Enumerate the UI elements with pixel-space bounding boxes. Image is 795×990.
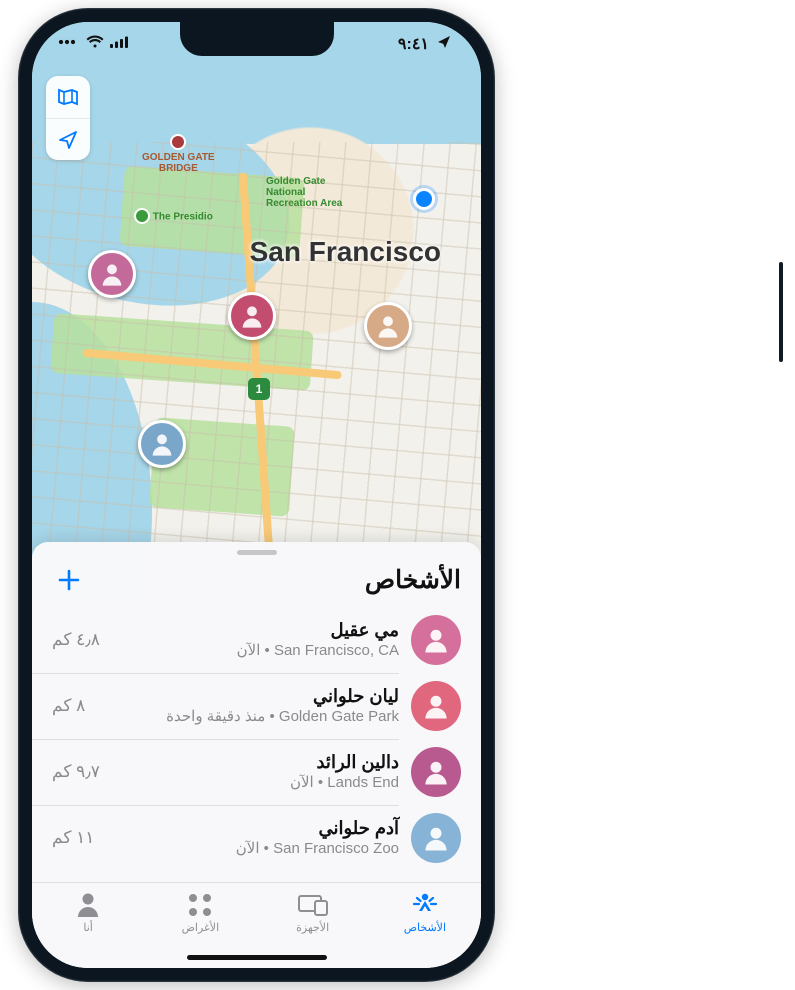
- person-name: دالين الرائد: [112, 751, 399, 774]
- person-location: San Francisco Zoo • الآن: [106, 840, 399, 859]
- tab-label: أنا: [83, 921, 92, 934]
- tab-people[interactable]: الأشخاص: [369, 891, 481, 934]
- person-location: Lands End • الآن: [112, 774, 399, 793]
- screen: ٩:٤١ 1 San Francisco GOLDEN GATE BRIDGE: [32, 22, 481, 968]
- me-icon: [76, 891, 100, 919]
- dots-icon: [58, 35, 80, 53]
- map-city-label: San Francisco: [250, 236, 441, 268]
- person-name: مي عقيل: [112, 619, 399, 642]
- person-name: آدم حلواني: [106, 817, 399, 840]
- route-shield-icon: 1: [248, 378, 270, 400]
- poi-presidio[interactable]: The Presidio: [134, 208, 213, 226]
- poi-golden-gate-bridge[interactable]: GOLDEN GATE BRIDGE: [142, 134, 215, 174]
- people-icon: [410, 891, 440, 919]
- tab-label: الأجهزة: [296, 921, 329, 934]
- avatar: [411, 813, 461, 863]
- tab-label: الأغراض: [182, 921, 220, 934]
- iphone-frame: ٩:٤١ 1 San Francisco GOLDEN GATE BRIDGE: [18, 8, 495, 982]
- people-list[interactable]: مي عقيلSan Francisco, CA • الآن ٤٫٨ كم ليا…: [32, 607, 481, 882]
- status-time: ٩:٤١: [398, 34, 429, 54]
- map-person-pin[interactable]: [138, 420, 186, 468]
- avatar: [411, 615, 461, 665]
- notch: [180, 22, 334, 56]
- tab-me[interactable]: أنا: [32, 891, 144, 934]
- sheet-title: الأشخاص: [365, 565, 461, 595]
- map-person-pin[interactable]: [88, 250, 136, 298]
- people-sheet[interactable]: الأشخاص مي عقيلSan Francisco, CA • الآن ٤…: [32, 542, 481, 968]
- poi-ggnra[interactable]: Golden Gate National Recreation Area: [266, 176, 342, 209]
- avatar: [411, 681, 461, 731]
- items-icon: [187, 891, 213, 919]
- tab-label: الأشخاص: [404, 921, 446, 934]
- avatar: [411, 747, 461, 797]
- signal-icon: [110, 35, 130, 53]
- tab-items[interactable]: الأغراض: [144, 891, 256, 934]
- person-location: San Francisco, CA • الآن: [112, 642, 399, 661]
- map-view[interactable]: 1 San Francisco GOLDEN GATE BRIDGE Golde…: [32, 22, 481, 602]
- person-row[interactable]: آدم حلوانيSan Francisco Zoo • الآن ١١ كم: [32, 805, 481, 871]
- person-distance: ١١ كم: [52, 828, 94, 848]
- devices-icon: [297, 891, 329, 919]
- person-distance: ٩٫٧ كم: [52, 762, 100, 782]
- person-name: ليان حلواني: [97, 685, 399, 708]
- map-controls: [46, 76, 90, 160]
- location-arrow-icon: [433, 35, 451, 54]
- user-location-dot[interactable]: [413, 188, 435, 210]
- person-row[interactable]: دالين الرائدLands End • الآن ٩٫٧ كم: [32, 739, 481, 805]
- map-person-pin[interactable]: [228, 292, 276, 340]
- map-person-pin[interactable]: [364, 302, 412, 350]
- person-location: Golden Gate Park • منذ دقيقة واحدة: [97, 708, 399, 727]
- person-row[interactable]: ليان حلوانيGolden Gate Park • منذ دقيقة …: [32, 673, 481, 739]
- share-location-add-button[interactable]: [52, 563, 86, 597]
- person-distance: ٤٫٨ كم: [52, 630, 100, 650]
- home-indicator[interactable]: [187, 955, 327, 960]
- map-mode-button[interactable]: [46, 76, 90, 118]
- wifi-icon: [86, 35, 104, 54]
- sheet-grabber[interactable]: [237, 550, 277, 555]
- person-row[interactable]: مي عقيلSan Francisco, CA • الآن ٤٫٨ كم: [32, 607, 481, 673]
- person-distance: ٨ كم: [52, 696, 85, 716]
- tab-devices[interactable]: الأجهزة: [257, 891, 369, 934]
- locate-me-button[interactable]: [46, 118, 90, 160]
